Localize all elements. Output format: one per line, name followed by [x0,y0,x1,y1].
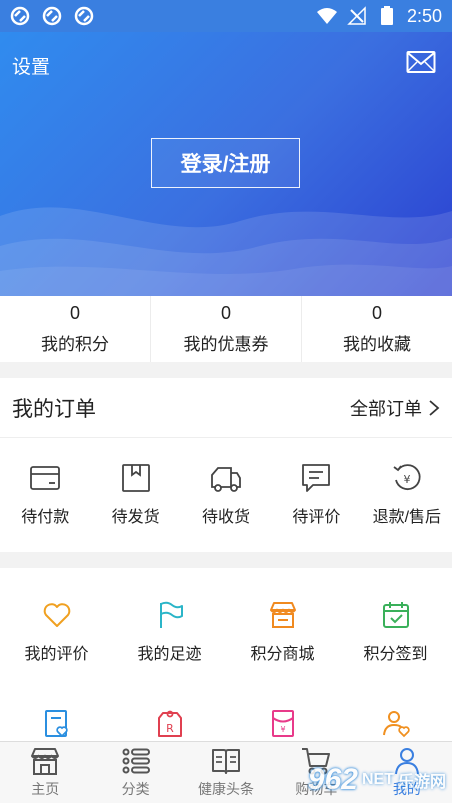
stat-label: 我的收藏 [343,335,411,354]
truck-icon [211,467,241,492]
feature-label: 我的评价 [24,646,89,663]
order-pending-review[interactable]: 待评价 [271,461,361,527]
feature-label: 积分签到 [363,646,428,663]
feature-label: 积分商城 [250,646,315,663]
status-bar: 2:50 [0,0,452,32]
wave-decoration [0,207,452,296]
watermark-suffix: NET [361,771,394,788]
feature-red-envelope[interactable]: ¥ [226,708,339,738]
stat-value: 0 [220,303,231,323]
doc-heart-icon [44,710,68,738]
battery-icon [380,6,393,25]
bottom-tab-bar: 主页 分类 健康头条 购物车 我的 962 NET 乐游网 [0,741,452,803]
app-notification-icon [74,6,94,26]
stat-label: 我的积分 [41,335,109,354]
feature-brand-tag[interactable]: R [113,708,226,738]
feature-points-mall[interactable]: 积分商城 [226,600,339,664]
svg-text:¥: ¥ [280,725,285,734]
refund-icon: ¥ [393,464,421,490]
tag-r-icon: R [157,710,182,737]
order-refund[interactable]: ¥ 退款/售后 [362,461,452,527]
tab-label: 健康头条 [198,781,255,797]
tab-category[interactable]: 分类 [90,742,180,803]
stat-value: 0 [69,303,80,323]
tab-label: 主页 [31,781,60,797]
settings-link[interactable]: 设置 [12,52,50,79]
list-icon [122,748,150,774]
login-register-button[interactable]: 登录/注册 [151,138,300,188]
all-orders-label: 全部订单 [350,398,422,419]
svg-text:R: R [166,722,174,735]
feature-family[interactable] [339,708,452,738]
app-notification-icon [10,6,30,26]
order-label: 待发货 [111,509,160,526]
wifi-icon [316,8,337,24]
svg-text:¥: ¥ [403,473,410,486]
site-watermark: 962 NET 乐游网 [308,763,446,797]
chevron-right-icon [429,399,440,416]
feature-health-records[interactable] [0,708,113,738]
stat-value: 0 [371,303,382,323]
profile-header: 设置 登录/注册 [0,0,452,296]
envelope-yen-icon: ¥ [271,710,294,737]
order-pending-payment[interactable]: 待付款 [0,461,90,527]
order-label: 退款/售后 [372,509,442,526]
all-orders-link[interactable]: 全部订单 [350,395,440,421]
shop-icon [31,748,60,775]
app-notification-icon [42,6,62,26]
tab-home[interactable]: 主页 [0,742,90,803]
orders-title: 我的订单 [12,397,96,421]
orders-header: 我的订单 全部订单 [0,378,452,438]
features-grid: 我的评价 我的足迹 积分商城 积分签到 R ¥ [0,568,452,768]
feature-label: 我的足迹 [137,646,202,663]
status-time: 2:50 [406,5,442,26]
feature-my-reviews[interactable]: 我的评价 [0,600,113,664]
order-pending-receipt[interactable]: 待收货 [181,461,271,527]
stat-favorites[interactable]: 0 我的收藏 [302,296,452,362]
tab-health-news[interactable]: 健康头条 [181,742,271,803]
order-label: 待收货 [202,509,251,526]
order-label: 待付款 [21,509,70,526]
order-label: 待评价 [292,509,341,526]
comment-icon [302,464,331,492]
package-icon [121,464,150,492]
wallet-icon [30,466,61,490]
stat-coupons[interactable]: 0 我的优惠券 [151,296,302,362]
watermark-number: 962 [307,763,358,796]
tab-label: 分类 [121,781,150,797]
orders-section: 我的订单 全部订单 待付款 待发货 待收货 待评价 ¥ 退款/售后 [0,378,452,552]
store-icon [269,602,296,628]
stat-points[interactable]: 0 我的积分 [0,296,151,362]
signal-icon [347,6,366,25]
feature-my-footprints[interactable]: 我的足迹 [113,600,226,664]
feature-points-checkin[interactable]: 积分签到 [339,600,452,664]
calendar-check-icon [382,602,409,628]
stat-label: 我的优惠券 [183,335,269,354]
user-heart-icon [382,711,410,738]
watermark-text: 乐游网 [397,774,446,791]
stats-bar: 0 我的积分 0 我的优惠券 0 我的收藏 [0,296,452,362]
order-pending-shipment[interactable]: 待发货 [90,461,180,527]
book-icon [212,749,241,774]
flag-icon [159,601,183,628]
mail-icon[interactable] [406,50,436,74]
heart-icon [43,603,70,627]
